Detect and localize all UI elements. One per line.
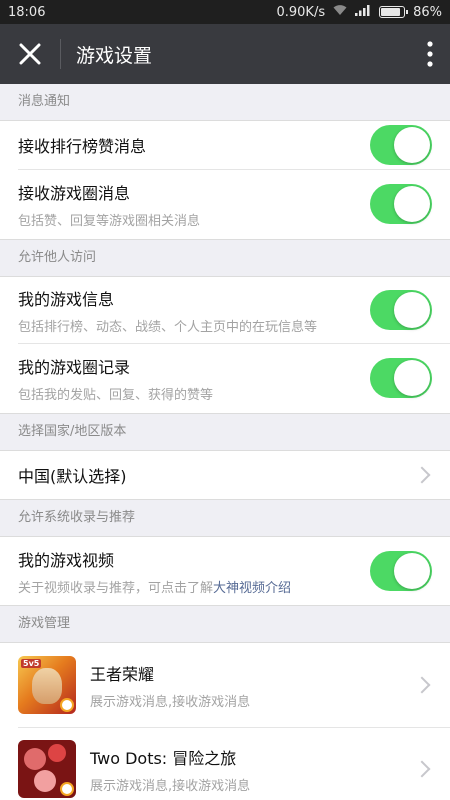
- chevron-right-icon: [413, 466, 431, 484]
- signal-icon: [355, 4, 371, 20]
- section-header-recommend: 允许系统收录与推荐: [0, 500, 450, 536]
- close-icon: [19, 43, 41, 65]
- visit-group: 我的游戏信息 包括排行榜、动态、战绩、个人主页中的在玩信息等 我的游戏圈记录 包…: [0, 276, 450, 414]
- row-title: 接收排行榜赞消息: [18, 137, 147, 156]
- region-group: 中国(默认选择): [0, 450, 450, 500]
- battery-icon: [379, 6, 409, 18]
- section-header-notify: 消息通知: [0, 84, 450, 120]
- more-button[interactable]: [410, 24, 450, 84]
- wifi-icon: [333, 4, 347, 20]
- status-time: 18:06: [8, 4, 46, 20]
- section-header-visit: 允许他人访问: [0, 240, 450, 276]
- row-my-game-info: 我的游戏信息 包括排行榜、动态、战绩、个人主页中的在玩信息等: [0, 277, 450, 343]
- game-row-honor[interactable]: 5v5 王者荣耀 展示游戏消息,接收游戏消息: [0, 643, 450, 727]
- row-title: 中国(默认选择): [18, 467, 127, 486]
- game-row-two-dots[interactable]: Two Dots: 冒险之旅 展示游戏消息,接收游戏消息: [0, 727, 450, 800]
- game-icon-honor: 5v5: [18, 656, 76, 714]
- row-subtitle: 关于视频收录与推荐，可点击了解大神视频介绍: [18, 580, 292, 596]
- video-intro-link[interactable]: 大神视频介绍: [213, 581, 291, 596]
- game-title: Two Dots: 冒险之旅: [90, 748, 237, 768]
- game-subtitle: 展示游戏消息,接收游戏消息: [90, 694, 251, 710]
- row-game-circle-msg: 接收游戏圈消息 包括赞、回复等游戏圈相关消息: [0, 169, 450, 239]
- page-title: 游戏设置: [76, 44, 153, 67]
- manage-group: 5v5 王者荣耀 展示游戏消息,接收游戏消息 Two Dots: 冒险之旅 展示…: [0, 642, 450, 800]
- row-my-circle-record: 我的游戏圈记录 包括我的发贴、回复、获得的赞等: [0, 343, 450, 413]
- game-title: 王者荣耀: [90, 664, 155, 684]
- row-my-game-video: 我的游戏视频 关于视频收录与推荐，可点击了解大神视频介绍: [0, 537, 450, 605]
- network-speed: 0.90K/s: [276, 4, 326, 20]
- header-divider: [60, 39, 61, 69]
- row-subtitle: 包括我的发贴、回复、获得的赞等: [18, 387, 214, 403]
- tencent-logo-icon: [60, 698, 74, 712]
- toggle-my-circle-record[interactable]: [370, 358, 432, 398]
- section-header-region: 选择国家/地区版本: [0, 414, 450, 450]
- app-bar: 游戏设置: [0, 24, 450, 84]
- status-bar: 18:06 0.90K/s 86%: [0, 0, 450, 24]
- close-button[interactable]: [0, 24, 60, 84]
- recommend-group: 我的游戏视频 关于视频收录与推荐，可点击了解大神视频介绍: [0, 536, 450, 606]
- row-ranking-like: 接收排行榜赞消息: [0, 121, 450, 169]
- row-subtitle: 包括赞、回复等游戏圈相关消息: [18, 213, 201, 229]
- more-vertical-icon: [427, 41, 433, 67]
- game-subtitle: 展示游戏消息,接收游戏消息: [90, 778, 251, 794]
- toggle-my-game-info[interactable]: [370, 290, 432, 330]
- row-title: 我的游戏视频: [18, 550, 115, 570]
- row-subtitle: 包括排行榜、动态、战绩、个人主页中的在玩信息等: [18, 319, 318, 335]
- row-title: 接收游戏圈消息: [18, 183, 131, 203]
- chevron-right-icon: [413, 760, 431, 778]
- notify-group: 接收排行榜赞消息 接收游戏圈消息 包括赞、回复等游戏圈相关消息: [0, 120, 450, 240]
- row-region-select[interactable]: 中国(默认选择): [0, 451, 450, 499]
- toggle-game-circle-msg[interactable]: [370, 184, 432, 224]
- battery-percent: 86%: [413, 4, 442, 20]
- tencent-logo-icon: [60, 782, 74, 796]
- section-header-manage: 游戏管理: [0, 606, 450, 642]
- row-title: 我的游戏圈记录: [18, 357, 131, 377]
- toggle-my-game-video[interactable]: [370, 551, 432, 591]
- chevron-right-icon: [413, 676, 431, 694]
- toggle-ranking-like[interactable]: [370, 125, 432, 165]
- game-icon-two-dots: [18, 740, 76, 798]
- row-title: 我的游戏信息: [18, 289, 115, 309]
